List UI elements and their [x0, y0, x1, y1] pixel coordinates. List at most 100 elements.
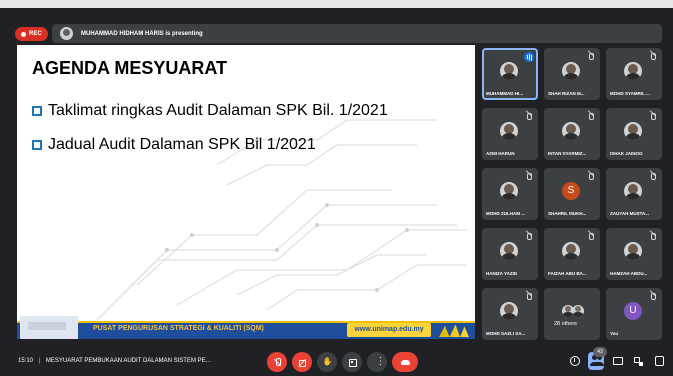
- participant-avatar: [624, 182, 642, 200]
- raise-hand-button[interactable]: [317, 352, 337, 372]
- footer-logo-mark: [439, 324, 469, 337]
- meeting-title: MESYUARAT PEMBUKAAN AUDIT DALAMAN SISTEM…: [45, 358, 211, 364]
- participant-name: MOHD SAZLI SA...: [486, 331, 526, 336]
- present-button[interactable]: [342, 352, 362, 372]
- call-controls: [267, 352, 418, 372]
- hand-icon: [323, 357, 333, 367]
- speaking-indicator-icon: [524, 52, 534, 62]
- meeting-separator: |: [38, 358, 41, 364]
- meeting-details-button[interactable]: [567, 353, 583, 369]
- participant-avatar: [500, 182, 518, 200]
- mic-off-icon: [524, 292, 534, 302]
- participant-tile[interactable]: ISHAK JAINOO: [606, 108, 662, 160]
- building-image: [20, 316, 78, 339]
- participant-avatar: [500, 302, 518, 320]
- footer-organization: PUSAT PENGURUSAN STRATEGI & KUALITI (SQM…: [93, 325, 264, 332]
- participant-tile[interactable]: SHAH RIZAN M...: [544, 48, 600, 100]
- participant-avatar: [500, 242, 518, 260]
- mic-off-icon: [648, 232, 658, 242]
- participant-tile[interactable]: FAIZAH ABU BA...: [544, 228, 600, 280]
- participant-name: ISHAK JAINOO: [610, 151, 643, 156]
- participant-name: INTAN SYARMIZ...: [548, 151, 587, 156]
- participant-name: MOHD ZULHAM ...: [486, 211, 525, 216]
- presenting-text: MUHAMMAD HIDHAM HARIS is presenting: [81, 30, 203, 37]
- recording-dot-icon: [21, 31, 26, 37]
- mic-off-icon: [586, 112, 596, 122]
- more-options-button[interactable]: [367, 352, 387, 372]
- participant-name: HAMZAH ABDU...: [610, 271, 648, 276]
- mic-off-icon: [648, 52, 658, 62]
- leave-call-button[interactable]: [392, 352, 418, 372]
- slide-bullet-2: Jadual Audit Dalaman SPK Bil 1/2021: [32, 136, 316, 154]
- mic-off-icon: [648, 172, 658, 182]
- slide-title: AGENDA MESYUARAT: [32, 58, 228, 78]
- mic-off-icon: [648, 292, 658, 302]
- info-icon: [570, 356, 580, 366]
- side-actions: 43: [567, 347, 667, 370]
- mic-toggle-button[interactable]: [267, 352, 287, 372]
- mic-off-icon: [586, 172, 596, 182]
- participant-name: SHAHRIL MUKH...: [548, 211, 587, 216]
- mic-off-icon: [273, 357, 282, 367]
- participant-name: MOHD SYAMRIL ...: [610, 91, 650, 96]
- participant-tile[interactable]: MOHD SAZLI SA...: [482, 288, 538, 340]
- mic-off-icon: [648, 112, 658, 122]
- participant-name: HANIZA YAZID: [486, 271, 518, 276]
- square-bullet-icon: [32, 106, 42, 116]
- participant-name: ZAUYAH MUSTA...: [610, 211, 650, 216]
- participant-name: SHAH RIZAN M...: [548, 91, 585, 96]
- participant-tile[interactable]: MOHD SYAMRIL ...: [606, 48, 662, 100]
- others-tile[interactable]: 28 others: [544, 288, 600, 340]
- host-controls-button[interactable]: [651, 353, 667, 369]
- letter-avatar: S: [562, 182, 580, 200]
- participant-tile[interactable]: HANIZA YAZID: [482, 228, 538, 280]
- participant-tile[interactable]: MUHAMMAD HI...: [482, 48, 538, 100]
- others-label: 28 others: [554, 321, 577, 327]
- slide-bullet-1: Taklimat ringkas Audit Dalaman SPK Bil. …: [32, 102, 388, 120]
- participant-avatar: [624, 242, 642, 260]
- shared-slide: AGENDA MESYUARAT Taklimat ringkas Audit …: [17, 45, 475, 339]
- participant-name: FAIZAH ABU BA...: [548, 271, 587, 276]
- participant-tile[interactable]: HAMZAH ABDU...: [606, 228, 662, 280]
- camera-off-icon: [298, 358, 307, 367]
- bullet-text: Jadual Audit Dalaman SPK Bil 1/2021: [48, 136, 316, 153]
- people-button[interactable]: 43: [588, 347, 607, 370]
- participant-avatar: [562, 122, 580, 140]
- slide-background-lines: [96, 119, 467, 321]
- mic-off-icon: [524, 172, 534, 182]
- participant-name: AZMI HARUN: [486, 151, 515, 156]
- top-browser-strip: [0, 0, 673, 8]
- participant-tile[interactable]: MOHD ZULHAM ...: [482, 168, 538, 220]
- self-tile[interactable]: U You: [606, 288, 662, 340]
- top-bar: REC MUHAMMAD HIDHAM HARIS is presenting: [0, 8, 673, 43]
- activities-button[interactable]: [630, 353, 646, 369]
- camera-toggle-button[interactable]: [292, 352, 312, 372]
- people-count-badge: 43: [593, 347, 607, 357]
- more-vertical-icon: [373, 356, 386, 367]
- mic-off-icon: [586, 232, 596, 242]
- recording-badge: REC: [15, 27, 48, 41]
- slide-footer: PUSAT PENGURUSAN STRATEGI & KUALITI (SQM…: [17, 316, 475, 339]
- participant-avatar: [624, 62, 642, 80]
- meeting-time: 15:10: [18, 358, 34, 364]
- chat-button[interactable]: [609, 353, 625, 369]
- presenting-banner[interactable]: MUHAMMAD HIDHAM HARIS is presenting: [52, 24, 662, 43]
- participant-tile[interactable]: AZMI HARUN: [482, 108, 538, 160]
- participant-tile[interactable]: S SHAHRIL MUKH...: [544, 168, 600, 220]
- participant-tile[interactable]: INTAN SYARMIZ...: [544, 108, 600, 160]
- meet-window: REC MUHAMMAD HIDHAM HARIS is presenting: [0, 0, 673, 376]
- recording-label: REC: [29, 31, 42, 37]
- participant-avatar: [562, 62, 580, 80]
- participant-name: MUHAMMAD HI...: [486, 91, 523, 96]
- bullet-text: Taklimat ringkas Audit Dalaman SPK Bil. …: [48, 102, 388, 119]
- square-bullet-icon: [32, 140, 42, 150]
- meeting-info: 15:10 | MESYUARAT PEMBUKAAN AUDIT DALAMA…: [18, 358, 211, 364]
- letter-avatar: U: [624, 302, 642, 320]
- footer-url: www.unimap.edu.my: [347, 323, 431, 337]
- participant-tile[interactable]: ZAUYAH MUSTA...: [606, 168, 662, 220]
- others-avatars: [562, 305, 586, 317]
- mic-off-icon: [524, 232, 534, 242]
- phone-end-icon: [400, 358, 410, 367]
- presenter-avatar: [60, 27, 73, 40]
- participant-name: You: [610, 331, 619, 336]
